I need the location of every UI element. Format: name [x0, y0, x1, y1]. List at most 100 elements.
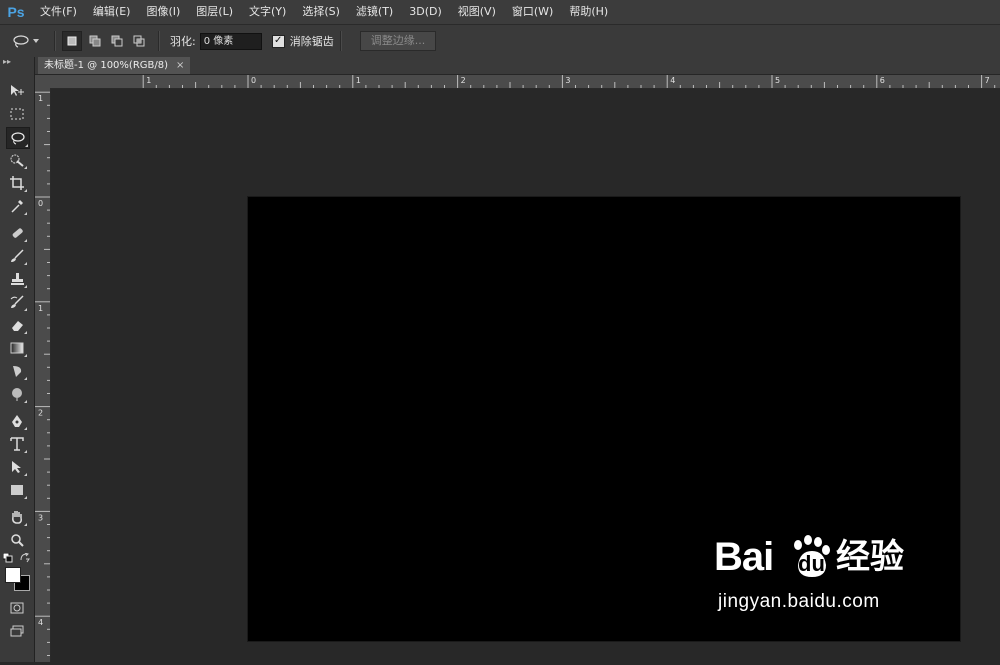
rectangular-marquee-tool[interactable]	[6, 104, 28, 124]
intersect-selection-button[interactable]	[130, 32, 148, 50]
eyedropper-tool[interactable]	[6, 196, 28, 216]
default-colors-icon[interactable]	[3, 553, 13, 563]
ruler-label: 5	[775, 76, 780, 85]
gradient-tool[interactable]	[6, 338, 28, 358]
swap-colors-icon[interactable]	[20, 553, 30, 563]
vertical-ruler[interactable]: 1 0 1 2 3 4	[35, 88, 51, 662]
antialias-checkbox[interactable]: ✓	[271, 34, 285, 48]
move-tool[interactable]	[6, 81, 28, 101]
tool-preset-picker[interactable]	[12, 30, 48, 52]
ruler-label: 0	[38, 199, 43, 208]
horizontal-ruler[interactable]: 1 0 1 2 3 4 5 6 7	[51, 75, 1000, 89]
crop-tool-icon	[10, 176, 24, 190]
options-bar: 羽化: 0 像素 ✓ 消除锯齿 调整边缘...	[0, 24, 1000, 58]
baidu-jingyan-watermark: Bai du 经验 jingyan.baidu.com	[714, 535, 904, 619]
screen-mode-button[interactable]	[6, 621, 28, 641]
new-selection-button[interactable]	[62, 31, 82, 51]
quick-selection-tool-icon	[10, 154, 24, 167]
gradient-tool-icon	[10, 342, 24, 354]
document-canvas[interactable]: Bai du 经验 jingyan.baidu.com	[248, 197, 960, 641]
collapse-panel-icon[interactable]: ▸▸	[0, 57, 34, 67]
quick-mask-icon	[10, 602, 24, 614]
menu-image[interactable]: 图像(I)	[138, 0, 188, 24]
crop-tool[interactable]	[6, 173, 28, 193]
add-to-selection-button[interactable]	[86, 32, 104, 50]
add-selection-icon	[89, 35, 101, 47]
menu-3d[interactable]: 3D(D)	[401, 0, 450, 24]
ruler-label: 6	[880, 76, 885, 85]
screen-mode-icon	[10, 625, 24, 637]
menu-filter[interactable]: 滤镜(T)	[348, 0, 401, 24]
ruler-label: 0	[251, 76, 256, 85]
document-tab-strip: 未标题-1 @ 100%(RGB/8) ×	[35, 57, 1000, 75]
watermark-logo-cn: 经验	[836, 537, 904, 577]
path-selection-tool-icon	[12, 461, 21, 473]
path-selection-tool[interactable]	[6, 457, 28, 477]
ruler-label: 3	[565, 76, 570, 85]
eraser-tool-icon	[12, 321, 23, 331]
brush-tool[interactable]	[6, 246, 28, 266]
hand-tool[interactable]	[6, 507, 28, 527]
photoshop-logo: Ps	[7, 4, 25, 20]
subtract-from-selection-button[interactable]	[108, 32, 126, 50]
lasso-tool-icon	[11, 132, 25, 145]
menu-view[interactable]: 视图(V)	[450, 0, 504, 24]
document-tab-title: 未标题-1 @ 100%(RGB/8)	[44, 60, 169, 71]
rectangle-tool[interactable]	[6, 480, 28, 500]
document-tab[interactable]: 未标题-1 @ 100%(RGB/8) ×	[38, 57, 191, 74]
clone-stamp-tool[interactable]	[6, 269, 28, 289]
watermark-logo-du: du	[798, 551, 825, 576]
hand-tool-icon	[12, 511, 22, 524]
zoom-tool-icon	[11, 534, 24, 547]
ruler-label: 3	[38, 513, 43, 522]
type-tool-icon	[10, 437, 24, 451]
separator	[339, 31, 342, 51]
menu-window[interactable]: 窗口(W)	[504, 0, 561, 24]
ruler-label: 4	[38, 618, 43, 627]
ruler-label: 1	[356, 76, 361, 85]
ruler-label: 2	[38, 409, 43, 418]
antialias-label: 消除锯齿	[289, 35, 334, 48]
menu-edit[interactable]: 编辑(E)	[85, 0, 139, 24]
quick-mask-button[interactable]	[6, 598, 28, 618]
new-selection-icon	[67, 36, 77, 46]
menu-help[interactable]: 帮助(H)	[561, 0, 616, 24]
ruler-label: 1	[38, 304, 43, 313]
pen-tool[interactable]	[6, 411, 28, 431]
clone-stamp-tool-icon	[11, 273, 24, 285]
brush-tool-icon	[11, 249, 24, 262]
ruler-label: 1	[38, 94, 43, 103]
ruler-label: 4	[670, 76, 675, 85]
history-brush-tool[interactable]	[6, 292, 28, 312]
type-tool[interactable]	[6, 434, 28, 454]
eraser-tool[interactable]	[6, 315, 28, 335]
intersect-selection-icon	[133, 35, 145, 47]
feather-input[interactable]: 0 像素	[199, 32, 262, 50]
menu-layer[interactable]: 图层(L)	[188, 0, 241, 24]
lasso-tool[interactable]	[6, 127, 30, 149]
lasso-icon	[13, 35, 29, 48]
pen-tool-icon	[12, 415, 22, 427]
history-brush-tool-icon	[10, 295, 24, 308]
healing-brush-tool-icon	[12, 228, 23, 238]
healing-brush-tool[interactable]	[6, 223, 28, 243]
refine-edge-button[interactable]: 调整边缘...	[359, 31, 437, 51]
menu-select[interactable]: 选择(S)	[294, 0, 348, 24]
chevron-down-icon	[33, 39, 39, 43]
foreground-color-swatch[interactable]	[5, 567, 21, 583]
blur-tool[interactable]	[6, 361, 28, 381]
vertical-ruler-ticks: 1 0 1 2 3 4	[35, 91, 50, 656]
dodge-tool[interactable]	[6, 384, 28, 404]
rectangular-marquee-tool-icon	[10, 108, 24, 120]
menu-bar: Ps 文件(F) 编辑(E) 图像(I) 图层(L) 文字(Y) 选择(S) 滤…	[0, 0, 1000, 24]
menu-type[interactable]: 文字(Y)	[241, 0, 294, 24]
close-icon[interactable]: ×	[176, 57, 184, 74]
zoom-tool[interactable]	[6, 530, 28, 550]
ruler-corner[interactable]	[35, 75, 52, 89]
menu-file[interactable]: 文件(F)	[32, 0, 85, 24]
quick-selection-tool[interactable]	[6, 150, 28, 170]
watermark-logo-bai: Bai	[714, 535, 774, 579]
rectangle-tool-icon	[11, 485, 23, 495]
ruler-label: 2	[461, 76, 466, 85]
feather-label: 羽化:	[170, 35, 196, 48]
